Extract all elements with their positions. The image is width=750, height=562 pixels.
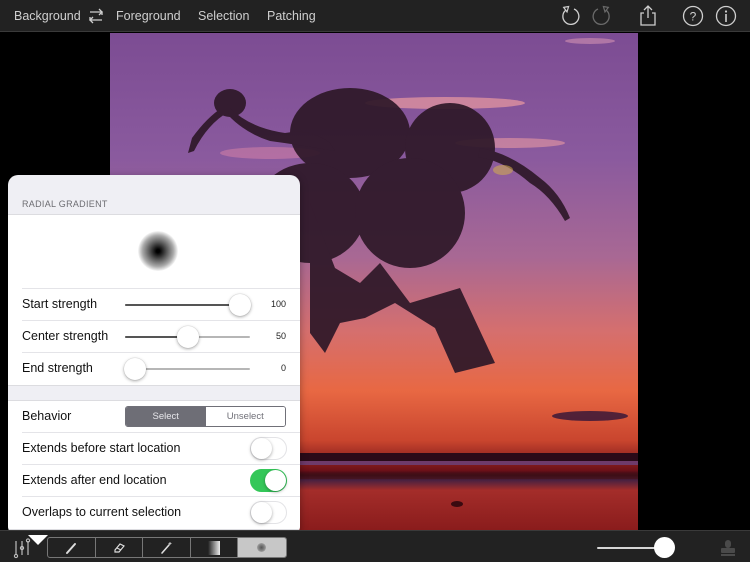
radial-gradient-icon [257, 543, 267, 552]
rock [451, 501, 463, 507]
extends-before-toggle[interactable] [250, 437, 287, 460]
brush-size-slider[interactable] [597, 537, 681, 559]
brush-icon [66, 542, 77, 554]
start-strength-slider[interactable] [125, 293, 251, 317]
center-strength-label: Center strength [22, 329, 109, 343]
gradient-settings-group: Start strength 100 Center strength 50 En… [8, 214, 300, 386]
tab-selection[interactable]: Selection [198, 9, 249, 23]
behavior-settings-group: Behavior Select Unselect Extends before … [8, 400, 300, 530]
behavior-label: Behavior [22, 409, 72, 423]
help-icon[interactable]: ? [681, 4, 705, 28]
eraser-icon [114, 542, 125, 553]
undo-icon[interactable] [558, 4, 582, 28]
tool-selector [47, 537, 287, 558]
start-strength-label: Start strength [22, 297, 98, 311]
slider-thumb[interactable] [229, 294, 251, 316]
behavior-row: Behavior Select Unselect [22, 401, 300, 433]
top-toolbar: Background Foreground Selection Patching… [0, 0, 750, 32]
end-strength-label: End strength [22, 361, 93, 375]
gradient-preview [22, 215, 300, 289]
cloud [565, 38, 615, 44]
start-strength-row: Start strength 100 [22, 289, 300, 321]
toggle-knob [251, 502, 272, 523]
slider-thumb[interactable] [176, 326, 199, 348]
linear-gradient-tool[interactable] [191, 538, 238, 557]
radial-gradient-preview-icon [138, 231, 178, 271]
extends-after-row: Extends after end location [22, 465, 300, 497]
swap-icon[interactable] [86, 6, 106, 26]
center-strength-slider[interactable] [125, 325, 250, 349]
tab-patching[interactable]: Patching [267, 9, 316, 23]
eraser-tool[interactable] [96, 538, 143, 557]
behavior-segmented-control: Select Unselect [125, 406, 286, 427]
select-option[interactable]: Select [126, 407, 206, 426]
slider-thumb[interactable] [124, 358, 146, 380]
overlaps-row: Overlaps to current selection [22, 497, 300, 529]
extends-after-toggle[interactable] [250, 469, 287, 492]
popover-arrow [28, 535, 48, 545]
radial-gradient-panel: RADIAL GRADIENT Start strength 100 Cente… [8, 175, 300, 536]
svg-text:?: ? [690, 10, 697, 24]
tab-background[interactable]: Background [14, 9, 81, 23]
start-strength-value: 100 [270, 299, 286, 309]
end-strength-slider[interactable] [124, 357, 250, 381]
toggle-knob [251, 438, 272, 459]
magic-wand-icon [161, 541, 172, 554]
linear-gradient-icon [207, 540, 220, 555]
overlaps-label: Overlaps to current selection [22, 505, 182, 519]
slider-fill [125, 304, 240, 306]
radial-gradient-tool[interactable] [238, 538, 286, 557]
info-icon[interactable] [714, 4, 738, 28]
brush-tool[interactable] [48, 538, 96, 557]
cloud [552, 411, 628, 421]
extends-before-label: Extends before start location [22, 441, 181, 455]
extends-after-label: Extends after end location [22, 473, 167, 487]
magic-wand-tool[interactable] [143, 538, 191, 557]
overlaps-toggle[interactable] [250, 501, 287, 524]
center-strength-row: Center strength 50 [22, 321, 300, 353]
redo-icon[interactable] [590, 4, 614, 28]
end-strength-value: 0 [280, 363, 286, 373]
sun-glow [493, 165, 513, 175]
slider-thumb[interactable] [653, 537, 675, 558]
unselect-option[interactable]: Unselect [205, 407, 285, 426]
stamp-icon[interactable] [717, 537, 739, 559]
bottom-toolbar [0, 530, 750, 562]
extends-before-row: Extends before start location [22, 433, 300, 465]
share-icon[interactable] [636, 4, 660, 28]
toggle-knob [265, 470, 286, 491]
tab-foreground[interactable]: Foreground [116, 9, 181, 23]
panel-title: RADIAL GRADIENT [22, 199, 108, 209]
center-strength-value: 50 [275, 331, 286, 341]
end-strength-row: End strength 0 [22, 353, 300, 385]
